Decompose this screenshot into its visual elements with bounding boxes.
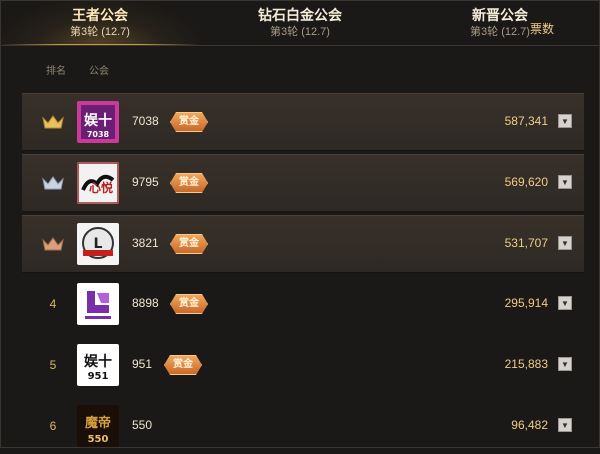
bounty-badge: 赏金 xyxy=(170,294,208,314)
guild-logo[interactable]: 心悦 xyxy=(77,162,119,204)
tab-diamond-platinum-guild-label: 钻石白金公会 xyxy=(258,7,342,23)
guild-logo-mark: L xyxy=(94,236,103,252)
chevron-down-icon: ▼ xyxy=(561,238,569,248)
bronze-crown-icon xyxy=(42,237,64,251)
guild-id[interactable]: 3821 xyxy=(132,236,159,250)
vote-count: 569,620 xyxy=(504,175,548,189)
guild-logo[interactable] xyxy=(77,283,119,325)
guild-logo-mark: 魔帝 xyxy=(85,415,111,431)
expand-dropdown-button[interactable]: ▼ xyxy=(558,296,572,310)
guild-id[interactable]: 9795 xyxy=(132,175,159,189)
tabs-divider xyxy=(0,45,600,46)
tab-king-guild-label: 王者公会 xyxy=(72,7,128,23)
guild-logo-number: 951 xyxy=(88,371,109,382)
expand-dropdown-button[interactable]: ▼ xyxy=(558,357,572,371)
vote-count: 531,707 xyxy=(504,236,548,250)
chevron-down-icon: ▼ xyxy=(561,420,569,430)
tab-king-guild-round: 第3轮 (12.7) xyxy=(70,26,130,38)
guild-logo-mark: 心悦 xyxy=(89,180,113,195)
expand-dropdown-button[interactable]: ▼ xyxy=(558,175,572,189)
bounty-badge: 赏金 xyxy=(170,234,208,254)
guild-id[interactable]: 951 xyxy=(132,357,152,371)
guild-logo-mark: 娱十 xyxy=(84,353,112,370)
guild-logo[interactable]: 娱十 7038 xyxy=(77,101,119,143)
guild-id[interactable]: 8898 xyxy=(132,296,159,310)
table-row: 心悦 9795 赏金 569,620 ▼ xyxy=(22,154,584,212)
rank-number: 5 xyxy=(49,358,57,372)
tab-diamond-platinum-guild-round: 第3轮 (12.7) xyxy=(270,26,330,38)
table-row: L 3821 赏金 531,707 ▼ xyxy=(22,215,584,273)
vote-count: 295,914 xyxy=(504,296,548,310)
rank-cell xyxy=(40,94,66,150)
guild-logo[interactable]: 娱十 951 xyxy=(77,344,119,386)
chevron-down-icon: ▼ xyxy=(561,177,569,187)
silver-crown-icon xyxy=(42,176,64,190)
rank-cell xyxy=(40,155,66,211)
category-tabs: 王者公会 第3轮 (12.7) 钻石白金公会 第3轮 (12.7) 新晋公会 第… xyxy=(0,0,600,46)
guild-logo-number: 550 xyxy=(88,434,109,445)
chevron-down-icon: ▼ xyxy=(561,116,569,126)
table-row: 4 8898 赏金 295,914 ▼ xyxy=(22,276,584,332)
vote-count: 96,482 xyxy=(511,418,548,432)
tab-new-guild-label: 新晋公会 xyxy=(472,7,528,23)
chevron-down-icon: ▼ xyxy=(561,359,569,369)
vote-count: 587,341 xyxy=(504,114,548,128)
expand-dropdown-button[interactable]: ▼ xyxy=(558,114,572,128)
rank-number: 6 xyxy=(49,419,57,433)
tab-king-guild[interactable]: 王者公会 第3轮 (12.7) xyxy=(0,0,200,46)
rank-number: 4 xyxy=(49,297,57,311)
bounty-badge: 赏金 xyxy=(164,355,202,375)
gold-crown-icon xyxy=(42,115,64,129)
guild-id[interactable]: 550 xyxy=(132,418,152,432)
guild-logo[interactable]: L xyxy=(77,223,119,265)
tab-diamond-platinum-guild[interactable]: 钻石白金公会 第3轮 (12.7) xyxy=(200,0,400,46)
guild-logo-mark: 娱十 xyxy=(84,112,112,129)
column-header-guild: 公会 xyxy=(89,66,109,77)
table-row: 5 娱十 951 951 赏金 215,883 ▼ xyxy=(22,337,584,393)
guild-logo[interactable]: 魔帝 550 xyxy=(77,405,119,447)
table-row: 娱十 7038 7038 赏金 587,341 ▼ xyxy=(22,93,584,151)
rank-cell xyxy=(40,216,66,272)
guild-logo-number: 7038 xyxy=(87,130,110,139)
expand-dropdown-button[interactable]: ▼ xyxy=(558,236,572,250)
vote-count: 215,883 xyxy=(504,357,548,371)
bounty-badge: 赏金 xyxy=(170,173,208,193)
tab-new-guild-round: 第3轮 (12.7) xyxy=(470,26,530,38)
chevron-down-icon: ▼ xyxy=(561,298,569,308)
table-row: 6 魔帝 550 550 96,482 ▼ xyxy=(22,398,584,454)
tab-new-guild[interactable]: 新晋公会 第3轮 (12.7) xyxy=(400,0,600,46)
column-header-score: 票数 xyxy=(530,22,555,36)
expand-dropdown-button[interactable]: ▼ xyxy=(558,418,572,432)
column-header-rank: 排名 xyxy=(46,66,66,77)
bounty-badge: 赏金 xyxy=(170,112,208,132)
guild-id[interactable]: 7038 xyxy=(132,114,159,128)
